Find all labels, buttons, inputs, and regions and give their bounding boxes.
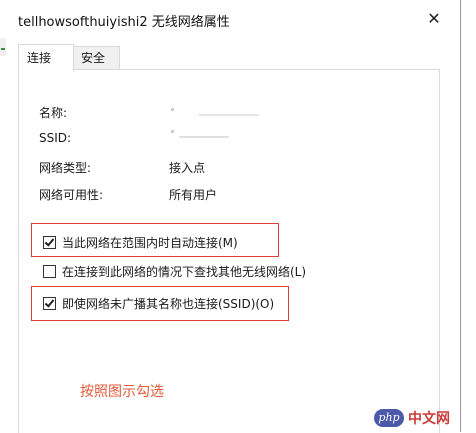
option-connect-hidden-ssid[interactable]: 即使网络未广播其名称也连接(SSID)(O): [43, 295, 274, 312]
wireless-properties-dialog: tellhowsofthuiyishi2 无线网络属性 ✕ 连接 安全 名称: …: [0, 0, 461, 433]
network-availability-value: 所有用户: [169, 188, 218, 202]
network-type-value: 接入点: [169, 161, 206, 175]
hidden-ssid-checkbox[interactable]: [43, 297, 56, 310]
ssid-value-redacted: [171, 130, 174, 133]
hidden-ssid-label: 即使网络未广播其名称也连接(SSID)(O): [62, 297, 275, 311]
instruction-annotation: 按照图示勾选: [80, 384, 164, 400]
name-value-redacted-trail: [199, 114, 259, 116]
network-availability-label: 网络可用性:: [39, 188, 104, 202]
tab-panel-connection: 名称: SSID: 网络类型: 接入点 网络可用性: 所有用户 当此网络在范围内…: [18, 69, 440, 433]
name-value-redacted: [171, 108, 174, 111]
auto-connect-label: 当此网络在范围内时自动连接(M): [62, 236, 238, 250]
title-bar: tellhowsofthuiyishi2 无线网络属性 ✕: [0, 0, 460, 38]
background-window-edge: [0, 36, 6, 56]
name-label: 名称:: [39, 106, 68, 120]
find-other-networks-label: 在连接到此网络的情况下查找其他无线网络(L): [62, 265, 307, 279]
option-auto-connect[interactable]: 当此网络在范围内时自动连接(M): [43, 234, 238, 251]
network-type-label: 网络类型:: [39, 161, 92, 175]
tab-strip: 连接 安全: [18, 44, 438, 71]
ssid-label: SSID:: [39, 131, 72, 145]
dialog-title: tellhowsofthuiyishi2 无线网络属性: [18, 15, 230, 30]
option-find-other-networks[interactable]: 在连接到此网络的情况下查找其他无线网络(L): [43, 263, 306, 280]
site-watermark: php 中文网: [374, 408, 450, 428]
ssid-value-redacted-trail: [179, 136, 229, 138]
watermark-text: 中文网: [408, 411, 450, 427]
auto-connect-checkbox[interactable]: [43, 236, 56, 249]
php-logo-icon: php: [374, 409, 404, 427]
tab-security[interactable]: 安全: [72, 46, 120, 70]
close-icon[interactable]: ✕: [424, 9, 444, 29]
find-other-networks-checkbox[interactable]: [43, 265, 56, 278]
tab-connection[interactable]: 连接: [18, 44, 74, 71]
